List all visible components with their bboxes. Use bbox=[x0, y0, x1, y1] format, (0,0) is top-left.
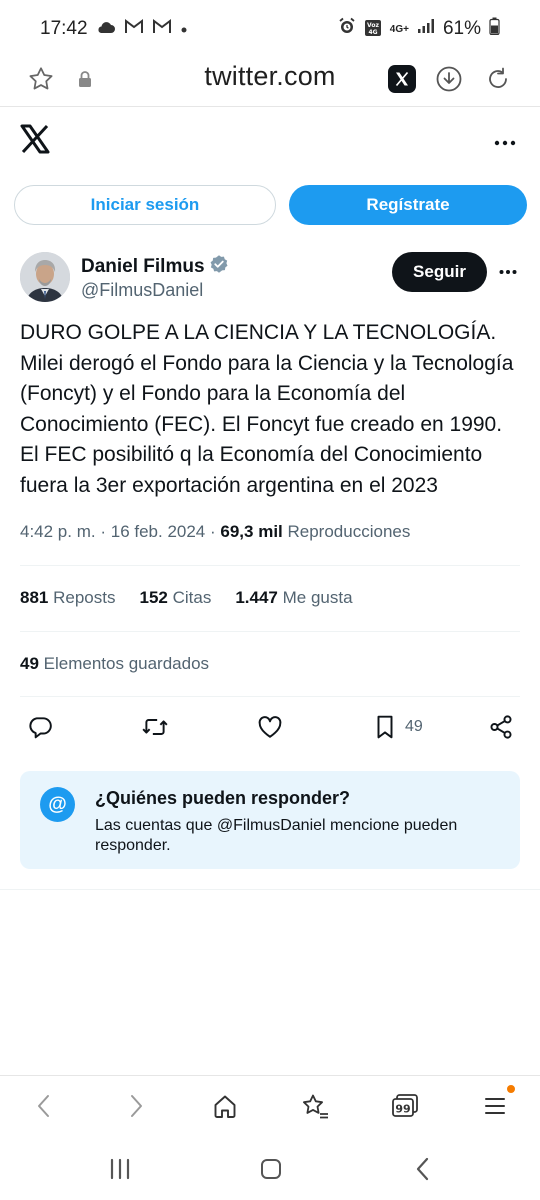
tweet-text: DURO GOLPE A LA CIENCIA Y LA TECNOLOGÍA.… bbox=[20, 321, 514, 497]
x-app-icon[interactable] bbox=[387, 64, 417, 94]
verified-badge-icon bbox=[209, 254, 229, 280]
x-header bbox=[0, 118, 540, 162]
views-count: 69,3 mil bbox=[220, 522, 283, 541]
like-icon[interactable] bbox=[255, 712, 285, 742]
svg-text:4G: 4G bbox=[368, 29, 377, 36]
bookmark-icon[interactable] bbox=[370, 712, 400, 742]
bookmarks-count: 49 bbox=[20, 654, 39, 673]
home-icon[interactable] bbox=[209, 1090, 241, 1122]
likes-stat[interactable]: 1.447 Me gusta bbox=[235, 588, 352, 608]
who-can-reply-box: @ ¿Quiénes pueden responder? Las cuentas… bbox=[20, 771, 520, 869]
tweet-actions: 49 bbox=[0, 712, 540, 744]
battery-percent: 61% bbox=[442, 18, 481, 39]
tweet-date[interactable]: 16 feb. 2024 bbox=[111, 522, 206, 541]
bookmarks-label: Elementos guardados bbox=[43, 654, 210, 673]
divider bbox=[20, 565, 520, 566]
volte-indicator: Voz 4G bbox=[364, 19, 382, 39]
signal-icon bbox=[417, 18, 435, 40]
at-sign-icon: @ bbox=[40, 787, 75, 822]
likes-count: 1.447 bbox=[235, 588, 278, 607]
tweet-meta: 4:42 p. m. · 16 feb. 2024 · 69,3 mil Rep… bbox=[20, 522, 411, 541]
bookmarks-stat: 49 Elementos guardados bbox=[20, 654, 209, 674]
battery-icon bbox=[489, 17, 500, 41]
tabs-icon[interactable]: 99 bbox=[389, 1090, 421, 1122]
likes-label: Me gusta bbox=[282, 588, 353, 607]
tweet-stats: 881 Reposts 152 Citas 1.447 Me gusta bbox=[20, 588, 353, 608]
quotes-count: 152 bbox=[139, 588, 168, 607]
repost-icon[interactable] bbox=[140, 712, 170, 742]
divider bbox=[20, 696, 520, 697]
reload-icon[interactable] bbox=[483, 64, 513, 94]
recent-apps-icon[interactable] bbox=[105, 1154, 135, 1184]
home-button-icon[interactable] bbox=[256, 1154, 286, 1184]
android-nav-bar bbox=[0, 1150, 540, 1190]
x-logo-icon[interactable] bbox=[20, 124, 50, 154]
network-type: 4G+ bbox=[389, 23, 409, 35]
who-can-reply-description: Las cuentas que @FilmusDaniel mencione p… bbox=[95, 817, 458, 854]
menu-notification-dot bbox=[507, 1085, 515, 1093]
more-options-icon[interactable] bbox=[494, 126, 516, 152]
download-icon[interactable] bbox=[434, 64, 464, 94]
browser-toolbar: 99 bbox=[0, 1088, 540, 1124]
cloud-icon bbox=[96, 18, 116, 40]
notification-dot-icon bbox=[180, 18, 188, 40]
divider bbox=[0, 889, 540, 890]
reply-icon[interactable] bbox=[25, 712, 55, 742]
who-can-reply-title: ¿Quiénes pueden responder? bbox=[95, 788, 351, 808]
gmail-icon-2 bbox=[152, 18, 172, 40]
quotes-label: Citas bbox=[172, 588, 212, 607]
login-button[interactable]: Iniciar sesión bbox=[14, 185, 276, 225]
signup-button[interactable]: Regístrate bbox=[289, 185, 527, 225]
tabs-count: 99 bbox=[395, 1103, 410, 1116]
author-name-row[interactable]: Daniel Filmus bbox=[81, 254, 229, 280]
divider bbox=[20, 631, 520, 632]
author-handle[interactable]: @FilmusDaniel bbox=[81, 280, 203, 301]
views-label: Reproducciones bbox=[287, 522, 411, 541]
tweet-time[interactable]: 4:42 p. m. bbox=[20, 522, 96, 541]
menu-icon[interactable] bbox=[479, 1090, 511, 1122]
toolbar-divider bbox=[0, 1075, 540, 1076]
tweet-more-icon[interactable] bbox=[499, 258, 517, 281]
browser-address-bar: twitter.com bbox=[0, 58, 540, 106]
back-button-icon[interactable] bbox=[408, 1154, 438, 1184]
browser-divider bbox=[0, 106, 540, 107]
follow-button[interactable]: Seguir bbox=[392, 252, 487, 292]
status-bar: 17:42 Voz 4G 4G+ 61% bbox=[0, 0, 540, 58]
reposts-stat[interactable]: 881 Reposts bbox=[20, 588, 115, 608]
bookmarks-icon[interactable] bbox=[299, 1090, 331, 1122]
avatar[interactable] bbox=[20, 252, 70, 302]
quotes-stat[interactable]: 152 Citas bbox=[139, 588, 211, 608]
share-icon[interactable] bbox=[486, 712, 516, 742]
alarm-icon bbox=[338, 17, 356, 41]
forward-icon[interactable] bbox=[120, 1090, 152, 1122]
svg-text:Voz: Voz bbox=[367, 22, 379, 29]
back-icon[interactable] bbox=[28, 1090, 60, 1122]
reposts-label: Reposts bbox=[53, 588, 116, 607]
reposts-count: 881 bbox=[20, 588, 49, 607]
status-time: 17:42 bbox=[40, 18, 88, 39]
bookmark-action-count: 49 bbox=[405, 718, 423, 735]
gmail-icon bbox=[124, 18, 144, 40]
author-name[interactable]: Daniel Filmus bbox=[81, 256, 205, 278]
